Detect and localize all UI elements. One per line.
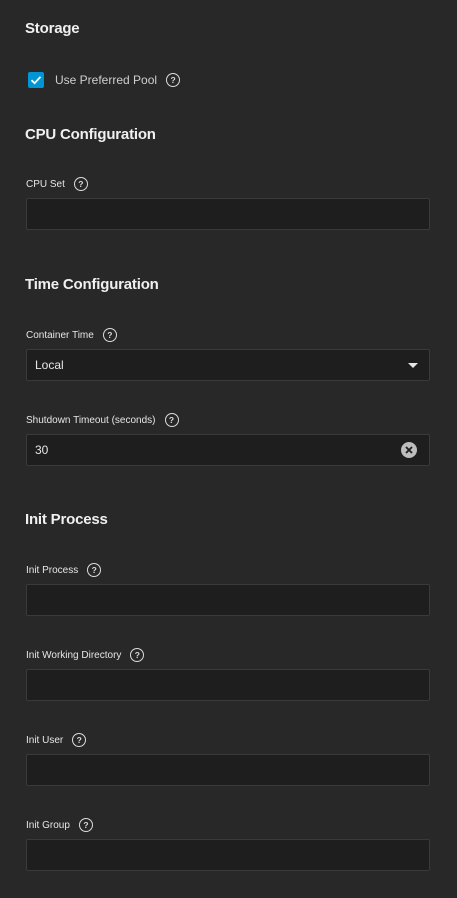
container-time-value: Local (35, 358, 64, 372)
section-title-init-process: Init Process (25, 511, 108, 528)
container-time-label-row: Container Time ? (26, 328, 117, 342)
init-working-directory-label: Init Working Directory (26, 649, 122, 661)
use-preferred-pool-checkbox[interactable] (28, 72, 44, 88)
init-group-input[interactable] (26, 839, 430, 871)
init-user-input[interactable] (26, 754, 430, 786)
help-icon[interactable]: ? (166, 73, 181, 87)
container-time-label: Container Time (26, 329, 94, 341)
shutdown-timeout-label: Shutdown Timeout (seconds) (26, 414, 156, 426)
clear-icon[interactable] (401, 442, 417, 458)
init-user-label: Init User (26, 734, 64, 746)
init-user-label-row: Init User ? (26, 733, 87, 747)
shutdown-timeout-label-row: Shutdown Timeout (seconds) ? (26, 413, 179, 427)
use-preferred-pool-label: Use Preferred Pool (55, 73, 158, 87)
help-icon[interactable]: ? (78, 818, 93, 832)
help-icon[interactable]: ? (102, 328, 117, 342)
help-icon[interactable]: ? (164, 413, 179, 427)
help-icon[interactable]: ? (87, 563, 102, 577)
cpu-set-input[interactable] (26, 198, 430, 230)
init-working-directory-input[interactable] (26, 669, 430, 701)
init-group-label-row: Init Group ? (26, 818, 93, 832)
cpu-set-label-row: CPU Set ? (26, 177, 88, 191)
shutdown-timeout-input[interactable]: 30 (26, 434, 430, 466)
section-title-time-configuration: Time Configuration (25, 276, 159, 293)
container-time-select[interactable]: Local (26, 349, 430, 381)
section-title-storage: Storage (25, 20, 80, 37)
help-icon[interactable]: ? (130, 648, 145, 662)
init-process-label: Init Process (26, 564, 79, 576)
help-icon[interactable]: ? (73, 177, 88, 191)
caret-down-icon (408, 363, 418, 368)
init-group-label: Init Group (26, 819, 70, 831)
check-icon (30, 76, 42, 85)
use-preferred-pool-row[interactable]: Use Preferred Pool ? (28, 72, 181, 88)
cpu-set-label: CPU Set (26, 178, 65, 190)
section-title-cpu-configuration: CPU Configuration (25, 126, 156, 143)
help-icon[interactable]: ? (72, 733, 87, 747)
shutdown-timeout-value: 30 (35, 443, 49, 457)
init-working-directory-label-row: Init Working Directory ? (26, 648, 145, 662)
init-process-input[interactable] (26, 584, 430, 616)
init-process-label-row: Init Process ? (26, 563, 102, 577)
